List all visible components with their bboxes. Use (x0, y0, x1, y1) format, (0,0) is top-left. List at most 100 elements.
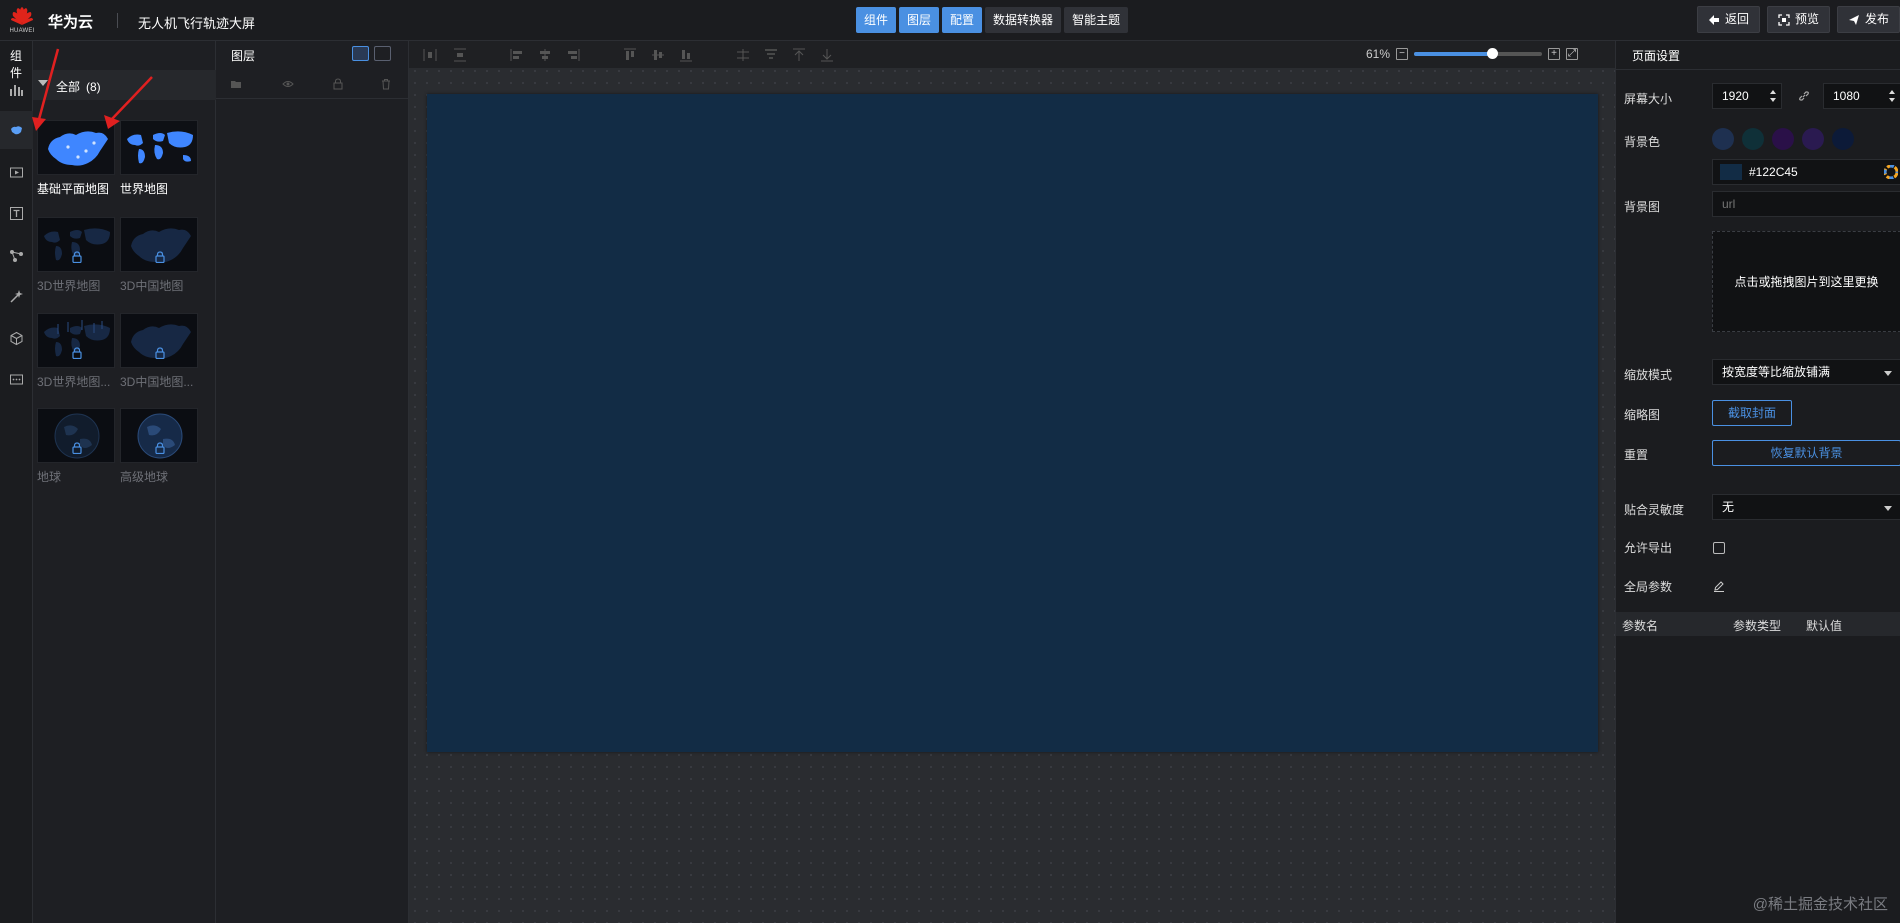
color-swatch[interactable] (1832, 128, 1854, 150)
component-card[interactable]: 3D世界地图... (37, 313, 115, 391)
zoom-out-icon[interactable]: − (1396, 48, 1408, 60)
category-interaction[interactable] (0, 277, 33, 315)
bg-color-label: 背景色 (1624, 135, 1661, 149)
column-default-value: 默认值 (1806, 619, 1843, 633)
tab-data-converter[interactable]: 数据转换器 (985, 7, 1062, 33)
column-param-type: 参数类型 (1733, 619, 1782, 633)
distribute-vertical-icon[interactable] (453, 48, 467, 62)
eye-icon[interactable] (282, 78, 294, 90)
group-header[interactable]: 全部 (8) (33, 70, 216, 100)
publish-button[interactable]: 发布 (1836, 6, 1900, 33)
link-icon[interactable] (1798, 90, 1810, 102)
align-bottom-icon[interactable] (679, 48, 693, 62)
scale-mode-select[interactable]: 按宽度等比缩放铺满 (1712, 359, 1900, 385)
zoom-slider-knob[interactable] (1487, 48, 1499, 59)
category-maps[interactable] (0, 111, 33, 149)
tab-smart-theme[interactable]: 智能主题 (1064, 7, 1129, 33)
component-card[interactable]: 3D中国地图 (120, 217, 198, 295)
back-label: 返回 (1724, 12, 1749, 26)
color-wheel-icon[interactable] (1884, 165, 1898, 179)
grid-view-icon[interactable] (352, 46, 369, 61)
space-horizontal-icon[interactable] (764, 48, 778, 62)
tab-layers[interactable]: 图层 (899, 7, 940, 33)
screen-height-input[interactable]: 1080 (1823, 83, 1900, 109)
component-card[interactable]: 3D中国地图... (120, 313, 198, 391)
spinner-icon[interactable] (1888, 88, 1896, 104)
category-3d[interactable] (0, 319, 33, 357)
space-vertical-icon[interactable] (736, 48, 750, 62)
capture-cover-button[interactable]: 截取封面 (1712, 400, 1792, 426)
map-icon (11, 125, 22, 134)
zoom-in-icon[interactable]: + (1548, 48, 1560, 60)
caret-down-icon (1884, 371, 1892, 376)
fit-screen-icon[interactable]: ⤢ (1566, 48, 1578, 60)
bring-front-icon[interactable] (792, 48, 806, 62)
component-label: 3D世界地图 (37, 279, 101, 293)
send-icon (1848, 14, 1859, 25)
trash-icon[interactable] (380, 78, 392, 90)
screen-width-value: 1920 (1722, 89, 1749, 103)
group-title: 全部 (8) (56, 78, 101, 95)
bar-chart-icon (10, 84, 23, 96)
globe-icon (137, 413, 183, 459)
more-icon (10, 374, 23, 384)
align-middle-v-icon[interactable] (651, 48, 665, 62)
category-media[interactable] (0, 153, 33, 191)
tab-config[interactable]: 配置 (942, 7, 983, 33)
category-more[interactable] (0, 360, 33, 398)
watermark: @稀土掘金技术社区 (1752, 896, 1888, 913)
component-thumbnail (120, 217, 198, 272)
preview-button[interactable]: 预览 (1766, 6, 1830, 33)
category-charts[interactable] (0, 70, 33, 108)
align-left-icon[interactable] (510, 48, 524, 62)
screen-width-input[interactable]: 1920 (1712, 83, 1782, 109)
lock-icon[interactable] (332, 78, 344, 90)
spinner-icon[interactable] (1769, 88, 1777, 104)
send-back-icon[interactable] (820, 48, 834, 62)
category-text[interactable] (0, 194, 33, 232)
artboard[interactable] (427, 94, 1598, 752)
top-bar: HUAWEI 华为云 无人机飞行轨迹大屏 组件 图层 配置 数据转换器 智能主题… (0, 0, 1900, 41)
distribute-horizontal-icon[interactable] (423, 48, 437, 62)
component-thumbnail (120, 120, 198, 175)
category-relations[interactable] (0, 236, 33, 274)
edit-icon[interactable] (1713, 580, 1725, 592)
align-top-icon[interactable] (623, 48, 637, 62)
color-input[interactable]: #122C45 (1712, 159, 1900, 185)
back-button[interactable]: 返回 (1696, 6, 1760, 33)
color-swatch[interactable] (1712, 128, 1734, 150)
component-label: 3D中国地图... (120, 375, 194, 389)
lock-icon (155, 251, 165, 263)
thumbnail-label: 缩略图 (1624, 408, 1661, 422)
world-map-icon (44, 228, 110, 261)
component-card[interactable]: 世界地图 (120, 120, 198, 198)
color-swatch[interactable] (1772, 128, 1794, 150)
component-label: 高级地球 (120, 470, 169, 484)
china-map-icon (131, 324, 191, 359)
tab-components[interactable]: 组件 (856, 7, 897, 33)
list-view-icon[interactable] (374, 46, 391, 61)
export-checkbox[interactable] (1713, 542, 1725, 554)
component-card[interactable]: 地球 (37, 408, 115, 486)
lock-icon (72, 251, 82, 263)
component-card[interactable]: 高级地球 (120, 408, 198, 486)
china-map-icon (131, 228, 191, 263)
lock-icon (72, 347, 82, 359)
snap-select[interactable]: 无 (1712, 494, 1900, 520)
color-swatch[interactable] (1742, 128, 1764, 150)
folder-icon[interactable] (230, 78, 242, 90)
component-panel: 全部 (8) 基础平面地图 世界地图 3D世界地图 3D中国地图 3D世界地图..… (33, 41, 216, 923)
component-card[interactable]: 3D世界地图 (37, 217, 115, 295)
restore-default-bg-button[interactable]: 恢复默认背景 (1712, 440, 1900, 466)
component-card[interactable]: 基础平面地图 (37, 120, 115, 198)
globe-icon (54, 413, 100, 459)
align-center-h-icon[interactable] (538, 48, 552, 62)
zoom-slider[interactable] (1414, 48, 1542, 59)
bg-url-input[interactable] (1712, 191, 1900, 217)
color-swatch[interactable] (1802, 128, 1824, 150)
component-thumbnail (37, 313, 115, 368)
screen-height-value: 1080 (1833, 89, 1860, 103)
bg-image-upload[interactable]: 点击或拖拽图片到这里更换 (1712, 231, 1900, 332)
align-right-icon[interactable] (566, 48, 580, 62)
magic-wand-icon (10, 289, 23, 303)
